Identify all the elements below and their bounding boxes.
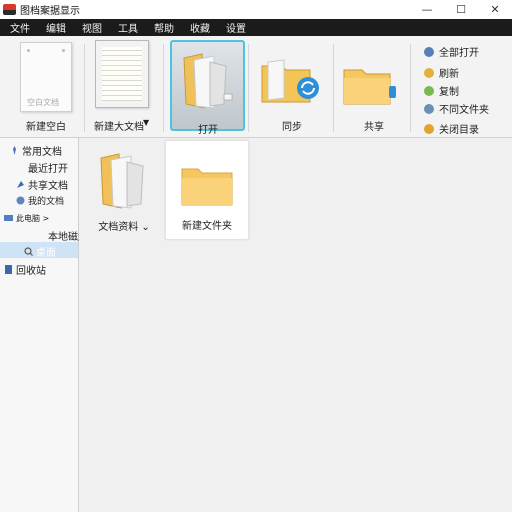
new-blank-label: 新建空白	[26, 122, 66, 133]
open-folder-icon	[100, 153, 144, 209]
copy-label: 复制	[439, 87, 459, 98]
close-button[interactable]: ✕	[478, 0, 512, 19]
close-dir-icon	[424, 123, 434, 134]
close-dir-button[interactable]: 关闭目录	[424, 121, 479, 136]
menu-view[interactable]: 视图	[82, 20, 102, 35]
sync-button[interactable]: 同步	[252, 36, 332, 136]
window-controls: — ☐ ✕	[410, 0, 512, 19]
minimize-button[interactable]: —	[410, 0, 444, 19]
new-blank-button[interactable]: 空白文档 新建空白	[4, 36, 80, 136]
menu-help[interactable]: 帮助	[154, 20, 174, 35]
user-folder-icon	[424, 103, 434, 114]
menu-bar: 文件 编辑 视图 工具 帮助 收藏 设置	[0, 19, 512, 36]
new-large-doc-label: 新建大文档	[94, 122, 144, 133]
file-view: 文档资料 ⌄ 新建文件夹	[79, 138, 512, 512]
chevron-down-icon[interactable]: ▼	[143, 118, 149, 127]
sidebar-item-favorites[interactable]: 常用文档	[10, 143, 62, 158]
user-icon	[16, 196, 25, 205]
sidebar-item-recent[interactable]: 最近打开	[28, 160, 68, 175]
refresh-icon	[424, 67, 434, 78]
open-all-button[interactable]: 全部打开	[424, 44, 479, 59]
blank-preview-text: 空白文档	[27, 98, 59, 107]
sidebar-item-shared[interactable]: 共享文档	[16, 177, 68, 192]
share-button[interactable]: 共享	[336, 36, 406, 136]
sidebar-item-computer[interactable]: 此电脑 >	[4, 213, 49, 224]
title-bar: 图档案据显示 — ☐ ✕	[0, 0, 512, 19]
folder-icon	[181, 168, 233, 206]
recycle-icon	[5, 265, 12, 274]
lined-document-icon	[95, 40, 149, 108]
menu-file[interactable]: 文件	[10, 20, 30, 35]
folder-label: 文档资料 ⌄	[98, 222, 150, 233]
other-folder-label: 不同文件夹	[439, 105, 489, 116]
copy-icon	[424, 85, 434, 96]
menu-settings[interactable]: 设置	[226, 20, 246, 35]
menu-favorites[interactable]: 收藏	[190, 20, 210, 35]
sidebar: 常用文档 最近打开 共享文档 我的文档 此电脑 > 本地磁盘 桌面 回收站	[0, 138, 88, 512]
folder-item[interactable]: 文档资料 ⌄	[83, 142, 165, 240]
refresh-button[interactable]: 刷新	[424, 65, 459, 80]
folder-item[interactable]: 新建文件夹	[165, 140, 249, 240]
app-icon	[3, 4, 16, 15]
open-button[interactable]: 打开	[170, 40, 245, 136]
computer-icon	[4, 215, 13, 221]
open-folder-icon	[183, 53, 233, 109]
new-large-doc-button[interactable]: 新建大文档 ▼	[86, 36, 160, 136]
sync-folder-icon	[261, 59, 319, 103]
blank-document-icon: 空白文档	[20, 42, 72, 112]
open-label: 打开	[198, 125, 218, 136]
menu-tools[interactable]: 工具	[118, 20, 138, 35]
window-title: 图档案据显示	[20, 6, 80, 17]
copy-button[interactable]: 复制	[424, 83, 459, 98]
search-icon	[24, 247, 33, 256]
open-all-icon	[424, 46, 434, 57]
sidebar-item-desktop[interactable]: 桌面	[24, 244, 56, 259]
open-all-label: 全部打开	[439, 48, 479, 59]
other-folder-button[interactable]: 不同文件夹	[424, 101, 489, 116]
share-icon	[17, 181, 24, 188]
folder-label: 新建文件夹	[182, 221, 232, 232]
sidebar-item-recycle[interactable]: 回收站	[4, 262, 46, 277]
maximize-button[interactable]: ☐	[444, 0, 478, 19]
share-label: 共享	[364, 122, 384, 133]
pin-icon	[13, 146, 16, 155]
menu-edit[interactable]: 编辑	[46, 20, 66, 35]
ribbon-toolbar: 空白文档 新建空白 新建大文档 ▼ 打开 同步 共享 全部打开 刷新 复制 不同…	[0, 36, 512, 138]
sidebar-item-my-docs[interactable]: 我的文档	[16, 194, 64, 207]
sync-label: 同步	[282, 122, 302, 133]
close-dir-label: 关闭目录	[439, 125, 479, 136]
refresh-label: 刷新	[439, 69, 459, 80]
share-folder-icon	[343, 69, 396, 105]
